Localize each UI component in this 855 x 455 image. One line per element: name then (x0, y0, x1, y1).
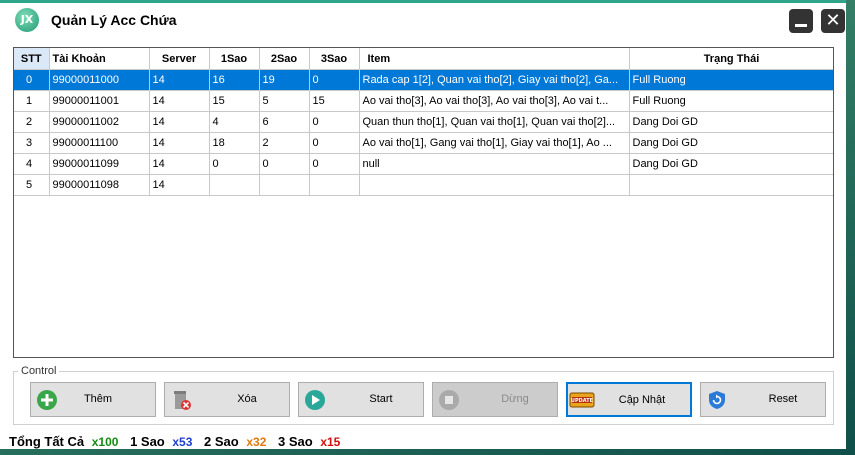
update-button-label: Cập Nhật (618, 394, 666, 406)
cell-account[interactable]: 99000011098 (49, 174, 150, 196)
add-button[interactable]: Thêm (30, 382, 156, 417)
account-table: STT Tài Khoản Server 1Sao 2Sao 3Sao Item… (14, 48, 833, 196)
cell-2sao[interactable]: 0 (259, 153, 310, 175)
cell-item[interactable]: Quan thun tho[1], Quan vai tho[1], Quan … (359, 111, 630, 133)
cell-item[interactable]: Ao vai tho[1], Gang vai tho[1], Giay vai… (359, 132, 630, 154)
cell-status[interactable]: Dang Doi GD (629, 111, 833, 133)
stop-icon (439, 390, 459, 410)
refresh-shield-icon (709, 391, 725, 409)
column-header-item[interactable]: Item (359, 48, 630, 70)
start-button[interactable]: Start (298, 382, 424, 417)
cell-account[interactable]: 99000011099 (49, 153, 150, 175)
cell-1sao[interactable]: 16 (209, 69, 260, 91)
cell-3sao[interactable]: 0 (309, 69, 360, 91)
cell-server[interactable]: 14 (149, 153, 210, 175)
delete-button[interactable]: Xóa (164, 382, 290, 417)
close-button[interactable]: ✕ (821, 9, 845, 33)
table-header-row: STT Tài Khoản Server 1Sao 2Sao 3Sao Item… (14, 48, 833, 70)
cell-status[interactable]: Full Ruong (629, 90, 833, 112)
cell-2sao[interactable] (259, 174, 310, 196)
app-logo: JX (15, 8, 39, 32)
reset-button[interactable]: Reset (700, 382, 826, 417)
summary-2sao-label: 2 Sao (204, 434, 239, 449)
column-header-status[interactable]: Trạng Thái (629, 48, 833, 70)
cell-item[interactable]: Ao vai tho[3], Ao vai tho[3], Ao vai tho… (359, 90, 630, 112)
cell-server[interactable]: 14 (149, 111, 210, 133)
control-group-label: Control (18, 365, 60, 377)
stop-button[interactable]: Dừng (432, 382, 558, 417)
cell-2sao[interactable]: 6 (259, 111, 310, 133)
play-icon (305, 390, 325, 410)
svg-text:UPDATE: UPDATE (571, 398, 594, 404)
summary-1sao-value: x53 (172, 435, 193, 449)
add-button-label: Thêm (83, 393, 113, 405)
cell-item[interactable] (359, 174, 630, 196)
table-row[interactable]: 5 99000011098 14 (14, 174, 833, 196)
reset-button-label: Reset (768, 393, 798, 405)
window-title: Quản Lý Acc Chứa (51, 12, 177, 28)
cell-2sao[interactable]: 19 (259, 69, 310, 91)
cell-account[interactable]: 99000011001 (49, 90, 150, 112)
column-header-account[interactable]: Tài Khoản (49, 48, 150, 70)
summary-3sao-value: x15 (320, 435, 341, 449)
summary-total-label: Tổng Tất Cả (9, 434, 85, 449)
cell-item[interactable]: null (359, 153, 630, 175)
cell-account[interactable]: 99000011100 (49, 132, 150, 154)
update-icon: UPDATE (569, 392, 595, 408)
cell-server[interactable]: 14 (149, 69, 210, 91)
cell-status[interactable]: Dang Doi GD (629, 132, 833, 154)
cell-account[interactable]: 99000011002 (49, 111, 150, 133)
table-row[interactable]: 1 99000011001 14 15 5 15 Ao vai tho[3], Ao vai… (14, 90, 833, 112)
cell-status[interactable]: Dang Doi GD (629, 153, 833, 175)
trash-icon (174, 391, 191, 410)
cell-stt[interactable]: 5 (14, 174, 50, 196)
stop-button-label: Dừng (501, 393, 529, 405)
title-bar[interactable]: JX Quản Lý Acc Chứa ✕ (0, 3, 846, 37)
cell-status[interactable]: Full Ruong (629, 69, 833, 91)
summary-2sao-value: x32 (246, 435, 267, 449)
cell-1sao[interactable]: 0 (209, 153, 260, 175)
cell-1sao[interactable]: 15 (209, 90, 260, 112)
account-grid[interactable]: STT Tài Khoản Server 1Sao 2Sao 3Sao Item… (13, 47, 834, 358)
summary-bar: Tổng Tất Cả x100 1 Sao x53 2 Sao x32 3 S… (9, 434, 348, 449)
cell-1sao[interactable] (209, 174, 260, 196)
cell-1sao[interactable]: 4 (209, 111, 260, 133)
cell-2sao[interactable]: 2 (259, 132, 310, 154)
cell-stt[interactable]: 3 (14, 132, 50, 154)
cell-3sao[interactable] (309, 174, 360, 196)
cell-stt[interactable]: 0 (14, 69, 50, 91)
cell-account[interactable]: 99000011000 (49, 69, 150, 91)
column-header-3sao[interactable]: 3Sao (309, 48, 360, 70)
column-header-1sao[interactable]: 1Sao (209, 48, 260, 70)
summary-1sao-label: 1 Sao (130, 434, 165, 449)
main-window: JX Quản Lý Acc Chứa ✕ STT Tài Khoản Serv… (0, 0, 846, 449)
cell-server[interactable]: 14 (149, 132, 210, 154)
start-button-label: Start (369, 393, 393, 405)
cell-stt[interactable]: 4 (14, 153, 50, 175)
summary-total-value: x100 (91, 435, 119, 449)
cell-1sao[interactable]: 18 (209, 132, 260, 154)
column-header-2sao[interactable]: 2Sao (259, 48, 310, 70)
table-row[interactable]: 3 99000011100 14 18 2 0 Ao vai tho[1], Gang va… (14, 132, 833, 154)
cell-3sao[interactable]: 0 (309, 111, 360, 133)
table-row[interactable]: 4 99000011099 14 0 0 0 null Dang Doi GD (14, 153, 833, 175)
update-button[interactable]: UPDATE Cập Nhật (566, 382, 692, 417)
cell-status[interactable] (629, 174, 833, 196)
delete-button-label: Xóa (237, 393, 257, 405)
cell-stt[interactable]: 1 (14, 90, 50, 112)
cell-3sao[interactable]: 0 (309, 132, 360, 154)
column-header-stt[interactable]: STT (14, 48, 50, 70)
cell-stt[interactable]: 2 (14, 111, 50, 133)
minimize-button[interactable] (789, 9, 813, 33)
cell-item[interactable]: Rada cap 1[2], Quan vai tho[2], Giay vai… (359, 69, 630, 91)
cell-server[interactable]: 14 (149, 90, 210, 112)
summary-3sao-label: 3 Sao (278, 434, 313, 449)
cell-server[interactable]: 14 (149, 174, 210, 196)
cell-3sao[interactable]: 15 (309, 90, 360, 112)
table-row[interactable]: 2 99000011002 14 4 6 0 Quan thun tho[1], Quan … (14, 111, 833, 133)
cell-3sao[interactable]: 0 (309, 153, 360, 175)
table-row[interactable]: 0 99000011000 14 16 19 0 Rada cap 1[2], Quan v… (14, 69, 833, 91)
cell-2sao[interactable]: 5 (259, 90, 310, 112)
column-header-server[interactable]: Server (149, 48, 210, 70)
